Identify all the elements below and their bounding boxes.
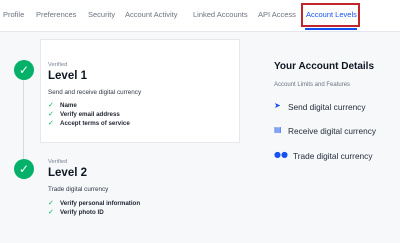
requirement-item: ✓ Verify photo ID bbox=[48, 208, 140, 217]
level-1-description: Send and receive digital currency bbox=[48, 89, 142, 96]
level-2-check-icon: ✓ bbox=[14, 159, 34, 179]
send-icon: ➤ bbox=[274, 101, 281, 110]
level-2-requirements: ✓ Verify personal information ✓ Verify pho… bbox=[48, 199, 140, 217]
level-2-description: Trade digital currency bbox=[48, 186, 109, 193]
check-icon: ✓ bbox=[48, 110, 54, 118]
detail-send-label: Send digital currency bbox=[288, 102, 366, 112]
tab-preferences[interactable]: Preferences bbox=[36, 10, 76, 19]
tab-security[interactable]: Security bbox=[88, 10, 115, 19]
level-2-status: Verified bbox=[48, 159, 68, 165]
receive-icon: ▤ bbox=[274, 125, 282, 134]
level-1-check-icon: ✓ bbox=[14, 60, 34, 80]
detail-trade-label: Trade digital currency bbox=[293, 151, 373, 161]
tab-linked-accounts[interactable]: Linked Accounts bbox=[193, 10, 248, 19]
active-tab-indicator bbox=[305, 28, 357, 30]
account-details-title: Your Account Details bbox=[274, 61, 375, 72]
requirement-item: ✓ Verify personal information bbox=[48, 199, 140, 208]
requirement-label: Verify personal information bbox=[60, 200, 141, 207]
check-icon: ✓ bbox=[48, 119, 54, 127]
trade-icon: ●● bbox=[274, 150, 288, 159]
check-icon: ✓ bbox=[48, 199, 54, 207]
tab-api-access[interactable]: API Access bbox=[258, 10, 296, 19]
tab-account-activity[interactable]: Account Activity bbox=[125, 10, 178, 19]
requirement-label: Verify email address bbox=[60, 111, 120, 118]
requirement-label: Name bbox=[60, 102, 77, 109]
account-details-subtitle: Account Limits and Features bbox=[274, 82, 351, 88]
level-timeline bbox=[23, 70, 24, 170]
requirement-item: ✓ Name bbox=[48, 101, 130, 110]
requirement-item: ✓ Verify email address bbox=[48, 110, 130, 119]
check-icon: ✓ bbox=[48, 208, 54, 216]
level-1-status: Verified bbox=[48, 62, 68, 68]
settings-tabs: Profile Preferences Security Account Act… bbox=[0, 0, 400, 32]
tab-highlight-box bbox=[301, 3, 360, 27]
detail-receive-label: Receive digital currency bbox=[288, 126, 377, 136]
tab-profile[interactable]: Profile bbox=[3, 10, 24, 19]
requirement-item: ✓ Accept terms of service bbox=[48, 119, 130, 128]
level-2-title: Level 2 bbox=[48, 167, 87, 179]
level-1-title: Level 1 bbox=[48, 70, 87, 82]
check-icon: ✓ bbox=[48, 101, 54, 109]
requirement-label: Accept terms of service bbox=[60, 120, 130, 127]
level-1-requirements: ✓ Name ✓ Verify email address ✓ Accept term… bbox=[48, 101, 130, 128]
requirement-label: Verify photo ID bbox=[60, 209, 104, 216]
